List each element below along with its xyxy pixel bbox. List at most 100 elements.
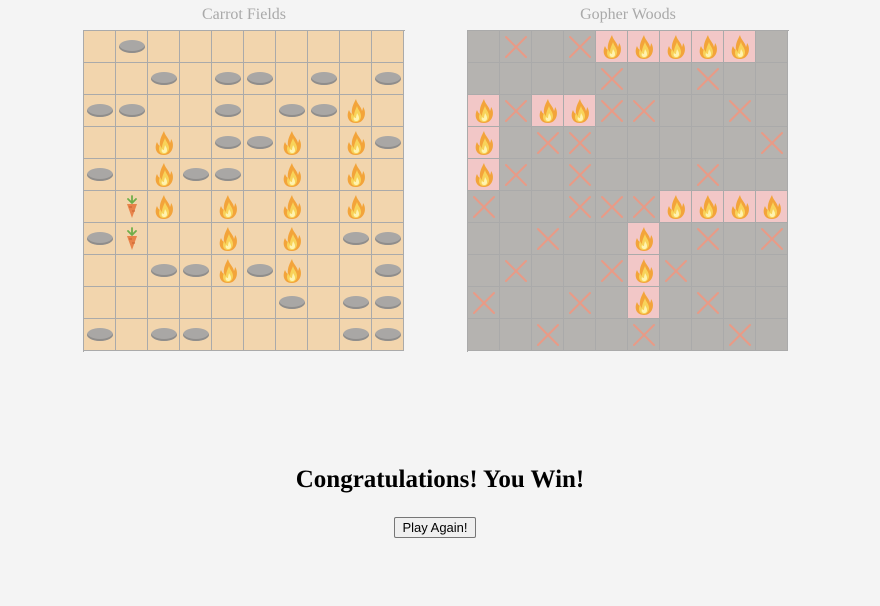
board-cell[interactable]: [372, 159, 404, 191]
board-cell[interactable]: [660, 191, 692, 223]
board-cell[interactable]: [596, 95, 628, 127]
board-cell[interactable]: [148, 223, 180, 255]
board-cell[interactable]: [660, 31, 692, 63]
board-cell[interactable]: [532, 223, 564, 255]
board-cell[interactable]: [244, 127, 276, 159]
board-cell[interactable]: [564, 223, 596, 255]
board-cell[interactable]: [564, 191, 596, 223]
board-cell[interactable]: [628, 159, 660, 191]
board-cell[interactable]: [84, 319, 116, 351]
board-cell[interactable]: [180, 63, 212, 95]
board-cell[interactable]: [372, 223, 404, 255]
board-cell[interactable]: [596, 63, 628, 95]
board-cell[interactable]: [212, 95, 244, 127]
board-cell[interactable]: [532, 31, 564, 63]
board-cell[interactable]: [532, 287, 564, 319]
board-cell[interactable]: [724, 287, 756, 319]
board-cell[interactable]: [180, 191, 212, 223]
board-cell[interactable]: [308, 95, 340, 127]
board-cell[interactable]: [84, 63, 116, 95]
board-cell[interactable]: [756, 63, 788, 95]
board-cell[interactable]: [564, 159, 596, 191]
play-again-button[interactable]: Play Again!: [394, 517, 476, 538]
board-cell[interactable]: [596, 319, 628, 351]
board-cell[interactable]: [500, 95, 532, 127]
board-cell[interactable]: [308, 319, 340, 351]
board-cell[interactable]: [180, 255, 212, 287]
board-cell[interactable]: [244, 287, 276, 319]
board-cell[interactable]: [532, 127, 564, 159]
board-cell[interactable]: [340, 127, 372, 159]
board-cell[interactable]: [212, 191, 244, 223]
board-cell[interactable]: [276, 255, 308, 287]
board-cell[interactable]: [84, 127, 116, 159]
board-cell[interactable]: [660, 223, 692, 255]
board-cell[interactable]: [84, 191, 116, 223]
board-cell[interactable]: [724, 95, 756, 127]
board-cell[interactable]: [148, 31, 180, 63]
board-cell[interactable]: [308, 255, 340, 287]
board-cell[interactable]: [308, 63, 340, 95]
board-cell[interactable]: [84, 255, 116, 287]
board-cell[interactable]: [340, 191, 372, 223]
board-cell[interactable]: [532, 255, 564, 287]
board-cell[interactable]: [308, 191, 340, 223]
board-cell[interactable]: [84, 287, 116, 319]
board-cell[interactable]: [180, 159, 212, 191]
board-cell[interactable]: [500, 127, 532, 159]
board-cell[interactable]: [276, 319, 308, 351]
board-cell[interactable]: [692, 287, 724, 319]
board-cell[interactable]: [628, 287, 660, 319]
board-cell[interactable]: [756, 223, 788, 255]
board-cell[interactable]: [308, 223, 340, 255]
board-cell[interactable]: [116, 191, 148, 223]
board-cell[interactable]: [596, 31, 628, 63]
board-cell[interactable]: [500, 319, 532, 351]
board-cell[interactable]: [628, 63, 660, 95]
board-cell[interactable]: [148, 159, 180, 191]
board-cell[interactable]: [564, 95, 596, 127]
board-cell[interactable]: [116, 63, 148, 95]
board-cell[interactable]: [212, 159, 244, 191]
board-cell[interactable]: [148, 287, 180, 319]
board-cell[interactable]: [116, 223, 148, 255]
board-cell[interactable]: [564, 287, 596, 319]
board-cell[interactable]: [596, 223, 628, 255]
board-cell[interactable]: [180, 287, 212, 319]
board-cell[interactable]: [692, 159, 724, 191]
board-cell[interactable]: [84, 31, 116, 63]
board-cell[interactable]: [84, 95, 116, 127]
board-cell[interactable]: [180, 319, 212, 351]
board-cell[interactable]: [116, 319, 148, 351]
board-cell[interactable]: [596, 159, 628, 191]
board-cell[interactable]: [532, 95, 564, 127]
board-cell[interactable]: [468, 127, 500, 159]
board-cell[interactable]: [276, 31, 308, 63]
board-cell[interactable]: [340, 63, 372, 95]
board-cell[interactable]: [564, 255, 596, 287]
board-cell[interactable]: [308, 287, 340, 319]
board-cell[interactable]: [212, 223, 244, 255]
board-cell[interactable]: [500, 191, 532, 223]
board-cell[interactable]: [660, 95, 692, 127]
board-cell[interactable]: [372, 127, 404, 159]
board-cell[interactable]: [116, 159, 148, 191]
board-cell[interactable]: [628, 223, 660, 255]
board-cell[interactable]: [276, 159, 308, 191]
board-cell[interactable]: [116, 127, 148, 159]
board-cell[interactable]: [276, 95, 308, 127]
board-cell[interactable]: [500, 31, 532, 63]
board-cell[interactable]: [244, 63, 276, 95]
board-cell[interactable]: [372, 255, 404, 287]
board-cell[interactable]: [372, 191, 404, 223]
board-cell[interactable]: [116, 255, 148, 287]
board-cell[interactable]: [756, 31, 788, 63]
board-cell[interactable]: [564, 31, 596, 63]
board-cell[interactable]: [180, 127, 212, 159]
board-cell[interactable]: [276, 127, 308, 159]
board-cell[interactable]: [596, 127, 628, 159]
board-cell[interactable]: [628, 319, 660, 351]
board-cell[interactable]: [660, 319, 692, 351]
board-cell[interactable]: [724, 191, 756, 223]
board-cell[interactable]: [724, 63, 756, 95]
